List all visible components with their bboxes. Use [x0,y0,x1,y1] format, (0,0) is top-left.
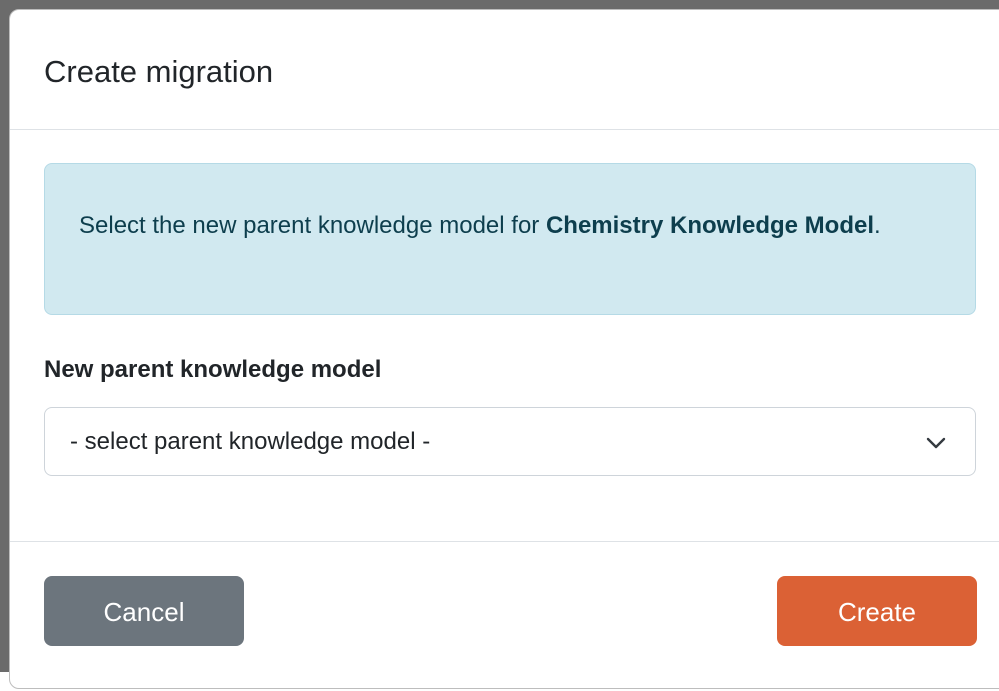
alert-text: Select the new parent knowledge model fo… [79,212,546,239]
chevron-down-icon [926,437,946,449]
create-button[interactable]: Create [777,576,977,646]
select-value: - select parent knowledge model - [70,428,431,455]
create-migration-dialog: Create migration Select the new parent k… [9,9,999,689]
cancel-button[interactable]: Cancel [44,576,244,646]
parent-knowledge-model-select[interactable]: - select parent knowledge model - [44,407,976,476]
modal-footer: Cancel Create [10,541,999,691]
modal-title: Create migration [44,54,274,89]
alert-knowledge-model-name: Chemistry Knowledge Model [545,212,874,239]
info-alert: Select the new parent knowledge model fo… [44,163,976,315]
alert-text-end: . [874,212,881,239]
modal-header: Create migration [10,10,999,130]
parent-knowledge-model-label: New parent knowledge model [44,356,382,383]
